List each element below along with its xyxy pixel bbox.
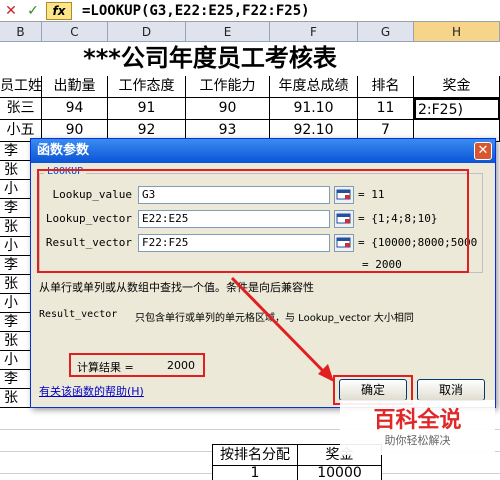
watermark-title: 百科全说: [373, 408, 462, 433]
watermark: 百科全说 助你轻松解决: [340, 400, 495, 455]
watermark-subtitle: 助你轻松解决: [384, 434, 451, 447]
